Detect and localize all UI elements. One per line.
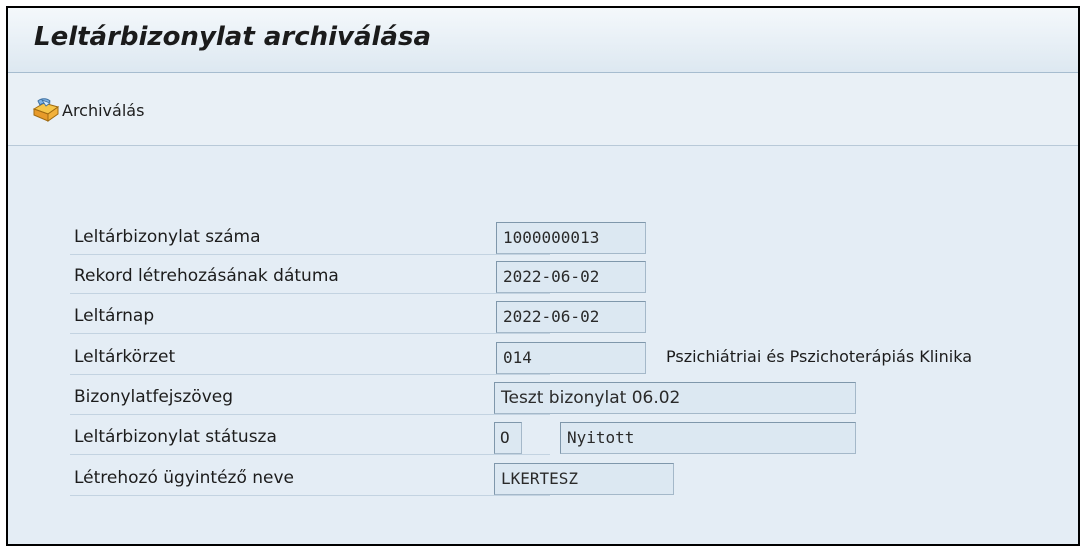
created-date-label: Rekord létrehozásának dátuma: [70, 258, 550, 294]
app-window: Leltárbizonylat archiválása Archiválás L…: [6, 6, 1080, 546]
status-label: Leltárbizonylat státusza: [70, 419, 550, 455]
creator-label: Létrehozó ügyintéző neve: [70, 460, 550, 496]
header-text-field[interactable]: Teszt bizonylat 06.02: [494, 382, 856, 414]
form-area: Leltárbizonylat száma 1000000013 Rekord …: [8, 146, 1078, 544]
created-date-field[interactable]: 2022-06-02: [496, 261, 646, 293]
district-description: Pszichiátriai és Pszichoterápiás Klinika: [666, 347, 972, 366]
archive-button[interactable]: Archiválás: [30, 95, 144, 125]
archive-button-label: Archiválás: [62, 100, 145, 120]
inventory-day-field[interactable]: 2022-06-02: [496, 301, 646, 333]
application-toolbar: Archiválás: [8, 73, 1078, 146]
status-text-field[interactable]: Nyitott: [560, 422, 856, 454]
archive-box-icon: [30, 97, 62, 123]
page-title: Leltárbizonylat archiválása: [34, 22, 431, 52]
status-code-field[interactable]: O: [494, 422, 522, 454]
header-text-label: Bizonylatfejszöveg: [70, 379, 550, 415]
doc-number-label: Leltárbizonylat száma: [70, 219, 550, 255]
creator-field[interactable]: LKERTESZ: [494, 463, 674, 495]
doc-number-field[interactable]: 1000000013: [496, 222, 646, 254]
title-bar: Leltárbizonylat archiválása: [8, 8, 1078, 73]
district-field[interactable]: 014: [496, 342, 646, 374]
inventory-day-label: Leltárnap: [70, 298, 550, 334]
district-label: Leltárkörzet: [70, 339, 550, 375]
